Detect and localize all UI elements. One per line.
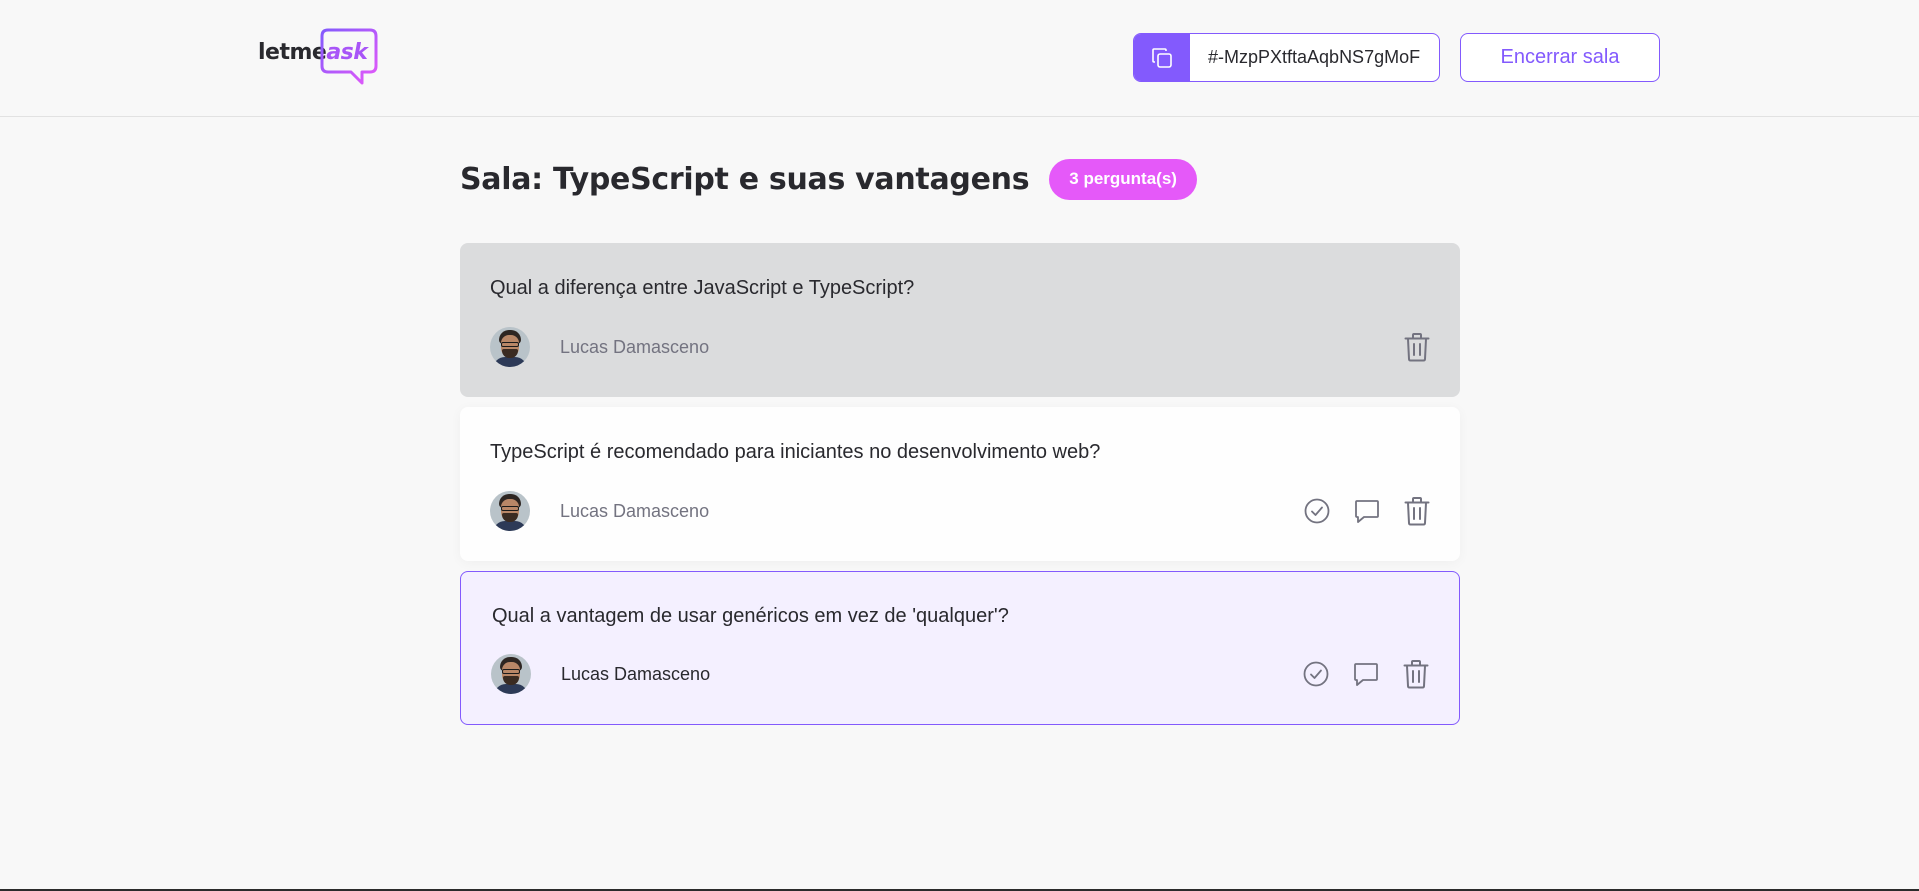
- answer-icon: [1355, 500, 1379, 523]
- room-title-row: Sala: TypeScript e suas vantagens 3 perg…: [460, 158, 1197, 200]
- question-footer: Lucas Damasceno: [490, 327, 1430, 367]
- check-icon: [1304, 498, 1330, 524]
- question-actions: [1304, 496, 1430, 526]
- author-name: Lucas Damasceno: [560, 336, 710, 357]
- copy-room-code-button[interactable]: #-MzpPXtftaAqbNS7gMoF: [1133, 33, 1440, 82]
- question-author: Lucas Damasceno: [490, 327, 709, 367]
- delete-question-button[interactable]: [1403, 659, 1429, 689]
- end-room-button[interactable]: Encerrar sala: [1460, 33, 1660, 82]
- copy-icon: [1152, 47, 1172, 68]
- delete-icon: [1404, 497, 1430, 526]
- question-author: Lucas Damasceno: [491, 654, 710, 694]
- question-author: Lucas Damasceno: [490, 491, 709, 531]
- check-icon: [1303, 661, 1329, 687]
- delete-icon: [1404, 333, 1430, 362]
- question-card: TypeScript é recomendado para iniciantes…: [460, 407, 1460, 561]
- author-name: Lucas Damasceno: [561, 663, 711, 684]
- highlight-question-button[interactable]: [1353, 659, 1379, 689]
- logo-bubble-icon: [320, 28, 378, 85]
- question-card: Qual a diferença entre JavaScript e Type…: [460, 243, 1460, 397]
- question-card: Qual a vantagem de usar genéricos em vez…: [460, 571, 1460, 725]
- mark-answered-button[interactable]: [1304, 496, 1330, 526]
- question-content: Qual a vantagem de usar genéricos em vez…: [492, 605, 1009, 627]
- highlight-question-button[interactable]: [1354, 496, 1380, 526]
- question-content: TypeScript é recomendado para iniciantes…: [490, 441, 1101, 463]
- avatar: [490, 491, 530, 531]
- page-header: letmeask #-MzpPXtftaAqbNS7gMoF Encerrar …: [0, 0, 1919, 117]
- room-code-text: #-MzpPXtftaAqbNS7gMoF: [1208, 47, 1421, 67]
- author-name: Lucas Damasceno: [560, 500, 710, 521]
- delete-icon: [1403, 660, 1429, 689]
- avatar: [491, 654, 531, 694]
- delete-question-button[interactable]: [1404, 496, 1430, 526]
- mark-answered-button[interactable]: [1303, 659, 1329, 689]
- avatar: [490, 327, 530, 367]
- question-count-badge: 3 pergunta(s): [1049, 158, 1197, 200]
- page-title: Sala: TypeScript e suas vantagens: [460, 161, 1030, 197]
- copy-icon-box[interactable]: [1134, 34, 1190, 81]
- question-actions: [1404, 332, 1430, 362]
- question-footer: Lucas Damasceno: [491, 654, 1429, 694]
- answer-icon: [1354, 663, 1378, 686]
- question-footer: Lucas Damasceno: [490, 491, 1430, 531]
- app-logo: letmeask: [258, 28, 380, 86]
- question-content: Qual a diferença entre JavaScript e Type…: [490, 277, 915, 299]
- delete-question-button[interactable]: [1404, 332, 1430, 362]
- question-actions: [1303, 659, 1429, 689]
